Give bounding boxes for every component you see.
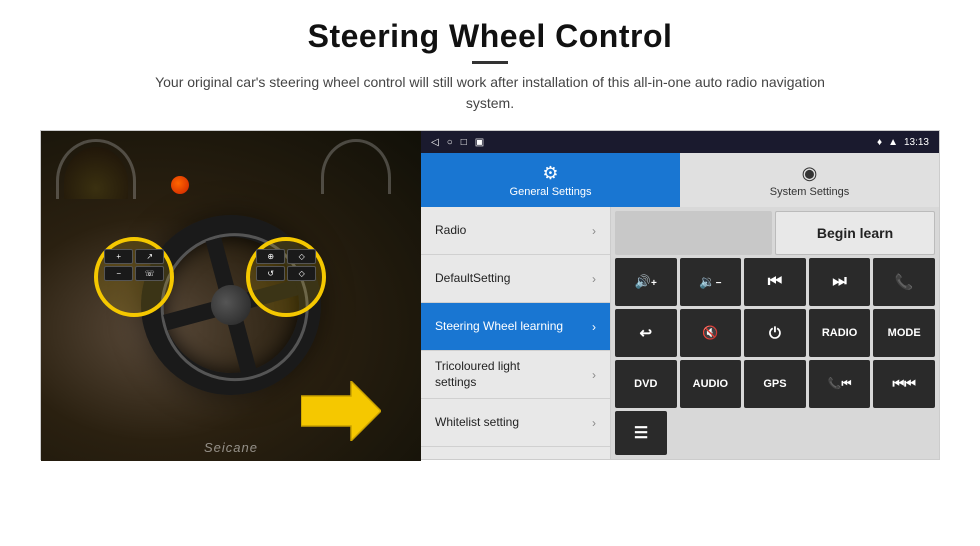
chevron-radio: › xyxy=(592,224,596,238)
begin-learn-button[interactable]: Begin learn xyxy=(775,211,935,255)
tab-system-settings[interactable]: ◉ System Settings xyxy=(680,153,939,207)
time-display: 13:13 xyxy=(904,137,929,148)
grid-row-3: DVD AUDIO GPS 📞⏮ ⏮⏮ xyxy=(615,360,935,408)
vol-down-icon: 🔉− xyxy=(699,274,721,290)
tab-general-label: General Settings xyxy=(510,186,592,198)
title-divider xyxy=(472,61,508,64)
system-settings-icon: ◉ xyxy=(802,163,818,184)
mode-label: MODE xyxy=(888,327,921,339)
next-track-icon: ⏭ xyxy=(832,273,846,291)
status-bar: ◁ ○ □ ▣ ♦ ▲ 13:13 xyxy=(421,131,939,153)
dvd-button[interactable]: DVD xyxy=(615,360,677,408)
prev-track-button[interactable]: ⏮ xyxy=(744,258,806,306)
audio-label: AUDIO xyxy=(693,378,728,390)
prev-skip-button[interactable]: ⏮⏮ xyxy=(873,360,935,408)
page-container: Steering Wheel Control Your original car… xyxy=(0,0,980,546)
chevron-default: › xyxy=(592,272,596,286)
chevron-whitelist: › xyxy=(592,416,596,430)
back-call-icon: ↩ xyxy=(640,324,653,342)
gps-button[interactable]: GPS xyxy=(744,360,806,408)
menu-tricoloured-label: Tricoloured lightsettings xyxy=(435,359,520,390)
tab-system-label: System Settings xyxy=(770,186,849,198)
grid-panel: Begin learn 🔊+ 🔉− ⏮ xyxy=(611,207,939,459)
next-track-button[interactable]: ⏭ xyxy=(809,258,871,306)
menu-item-steering-wheel[interactable]: Steering Wheel learning › xyxy=(421,303,610,351)
steering-wheel-image: + ↗ − ☏ ⊕ ◇ ↺ ◇ xyxy=(41,131,421,461)
prev-track-icon: ⏮ xyxy=(768,273,782,291)
mute-icon: 🔇 xyxy=(702,325,718,341)
menu-whitelist-label: Whitelist setting xyxy=(435,415,519,431)
back-icon: ◁ xyxy=(431,137,439,148)
chevron-tricoloured: › xyxy=(592,368,596,382)
menu-steering-label: Steering Wheel learning xyxy=(435,319,563,335)
grid-top-row: Begin learn xyxy=(615,211,935,255)
dvd-label: DVD xyxy=(634,378,657,390)
menu-item-radio[interactable]: Radio › xyxy=(421,207,610,255)
android-panel: ◁ ○ □ ▣ ♦ ▲ 13:13 ⚙ General Settings xyxy=(421,131,939,459)
status-bar-left: ◁ ○ □ ▣ xyxy=(431,137,484,148)
menu-radio-label: Radio xyxy=(435,223,466,239)
wifi-icon: ▲ xyxy=(888,137,898,148)
left-button-highlight: + ↗ − ☏ xyxy=(94,237,174,317)
main-content: Radio › DefaultSetting › Steering Wheel … xyxy=(421,207,939,459)
watermark: Seicane xyxy=(204,440,258,455)
content-area: + ↗ − ☏ ⊕ ◇ ↺ ◇ xyxy=(40,130,940,460)
empty-box xyxy=(615,211,772,255)
mute-button[interactable]: 🔇 xyxy=(680,309,742,357)
grid-row-1: 🔊+ 🔉− ⏮ ⏭ 📞 xyxy=(615,258,935,306)
menu-panel: Radio › DefaultSetting › Steering Wheel … xyxy=(421,207,611,459)
prev-skip-icon: ⏮⏮ xyxy=(892,376,915,392)
list-button[interactable]: ☰ xyxy=(615,411,667,455)
chevron-steering: › xyxy=(592,320,596,334)
power-button[interactable]: ⏻ xyxy=(744,309,806,357)
arrow xyxy=(301,381,381,441)
row4-spacer xyxy=(670,411,935,455)
menu-item-default-setting[interactable]: DefaultSetting › xyxy=(421,255,610,303)
menu-item-whitelist[interactable]: Whitelist setting › xyxy=(421,399,610,447)
vol-down-button[interactable]: 🔉− xyxy=(680,258,742,306)
phone-prev-icon: 📞⏮ xyxy=(828,377,852,391)
tab-bar: ⚙ General Settings ◉ System Settings xyxy=(421,153,939,207)
vol-up-icon: 🔊+ xyxy=(635,274,657,290)
mode-button[interactable]: MODE xyxy=(873,309,935,357)
recents-icon: □ xyxy=(461,137,467,148)
gauge-right xyxy=(321,139,391,194)
status-bar-right: ♦ ▲ 13:13 xyxy=(877,137,929,148)
title-section: Steering Wheel Control Your original car… xyxy=(140,18,840,124)
menu-default-label: DefaultSetting xyxy=(435,271,510,287)
back-button[interactable]: ↩ xyxy=(615,309,677,357)
right-button-highlight: ⊕ ◇ ↺ ◇ xyxy=(246,237,326,317)
phone-icon: 📞 xyxy=(895,273,914,291)
screenshot-icon: ▣ xyxy=(475,137,484,148)
tab-general-settings[interactable]: ⚙ General Settings xyxy=(421,153,680,207)
home-icon: ○ xyxy=(447,137,453,148)
subtitle: Your original car's steering wheel contr… xyxy=(140,72,840,114)
page-title: Steering Wheel Control xyxy=(140,18,840,55)
grid-row-2: ↩ 🔇 ⏻ RADIO MODE xyxy=(615,309,935,357)
vol-up-button[interactable]: 🔊+ xyxy=(615,258,677,306)
list-icon: ☰ xyxy=(634,423,648,443)
radio-mode-button[interactable]: RADIO xyxy=(809,309,871,357)
grid-row-4: ☰ xyxy=(615,411,935,455)
phone-prev-button[interactable]: 📞⏮ xyxy=(809,360,871,408)
phone-button[interactable]: 📞 xyxy=(873,258,935,306)
gps-label: GPS xyxy=(763,378,786,390)
radio-label: RADIO xyxy=(822,327,857,339)
indicator-light xyxy=(171,176,189,194)
gauge-left xyxy=(56,139,136,199)
general-settings-icon: ⚙ xyxy=(542,163,558,184)
power-icon: ⏻ xyxy=(769,325,781,342)
menu-item-tricoloured[interactable]: Tricoloured lightsettings › xyxy=(421,351,610,399)
location-icon: ♦ xyxy=(877,137,882,148)
audio-button[interactable]: AUDIO xyxy=(680,360,742,408)
